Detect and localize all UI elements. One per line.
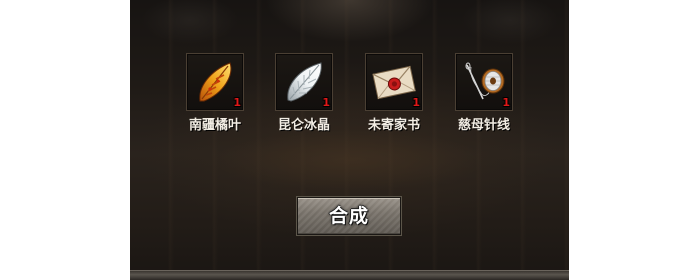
- combine-button-label: 合成: [328, 205, 369, 227]
- synthesis-panel: 1 南疆橘叶 1 昆仑冰晶 1 未寄家书 1 慈母针线 合成: [130, 0, 569, 280]
- item-count: 1: [502, 96, 510, 109]
- material-list: 1 南疆橘叶 1 昆仑冰晶 1 未寄家书 1 慈母针线: [130, 53, 569, 143]
- item-name: 昆仑冰晶: [277, 118, 330, 133]
- panel-bottom-border: [130, 270, 569, 280]
- item-count: 1: [412, 96, 420, 109]
- item-count: 1: [322, 96, 330, 109]
- item-name: 南疆橘叶: [188, 118, 241, 133]
- item-slot[interactable]: 1: [186, 53, 244, 111]
- item-slot[interactable]: 1: [455, 53, 513, 111]
- item-name: 慈母针线: [457, 118, 510, 133]
- stage: 1 南疆橘叶 1 昆仑冰晶 1 未寄家书 1 慈母针线 合成: [0, 0, 700, 280]
- material-item-needle-thread[interactable]: 1 慈母针线: [439, 53, 529, 134]
- combine-button[interactable]: 合成: [297, 197, 401, 235]
- item-count: 1: [233, 96, 241, 109]
- item-name: 未寄家书: [367, 118, 420, 133]
- material-item-sealed-letter[interactable]: 1 未寄家书: [349, 53, 439, 134]
- item-slot[interactable]: 1: [365, 53, 423, 111]
- material-item-ice-crystal[interactable]: 1 昆仑冰晶: [259, 53, 349, 134]
- material-item-orange-leaf[interactable]: 1 南疆橘叶: [170, 53, 260, 134]
- item-slot[interactable]: 1: [275, 53, 333, 111]
